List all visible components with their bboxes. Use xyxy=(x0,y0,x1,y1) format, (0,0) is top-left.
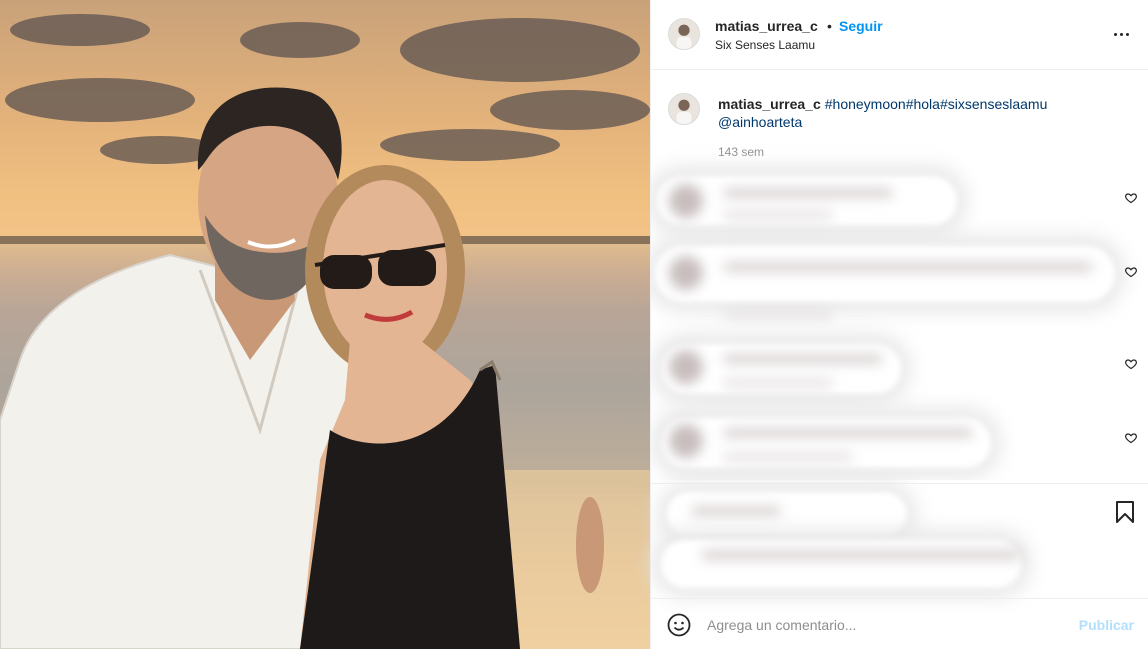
post-actions xyxy=(651,483,1148,598)
blur-overlay xyxy=(661,540,1021,588)
post-timestamp[interactable]: 143 sem xyxy=(718,145,764,159)
blurred-avatar xyxy=(669,256,703,290)
heart-icon[interactable] xyxy=(1125,358,1137,370)
heart-icon[interactable] xyxy=(1125,266,1137,278)
bookmark-icon[interactable] xyxy=(1115,500,1135,524)
blurred-text xyxy=(701,550,1021,560)
blurred-text xyxy=(723,188,893,198)
heart-icon[interactable] xyxy=(1125,432,1137,444)
comments-section[interactable]: matias_urrea_c #honeymoon#hola#sixsensesl… xyxy=(651,70,1148,480)
hashtag-link[interactable]: #sixsenseslaamu xyxy=(940,96,1047,112)
blurred-comment xyxy=(651,240,1148,340)
blurred-comment xyxy=(651,412,1148,472)
follow-button[interactable]: Seguir xyxy=(839,18,883,34)
blurred-comment xyxy=(651,338,1148,398)
blurred-text xyxy=(723,428,973,438)
blurred-text xyxy=(723,354,883,364)
post-photo[interactable] xyxy=(0,0,650,649)
blurred-text xyxy=(691,506,781,516)
caption-avatar[interactable] xyxy=(668,93,700,125)
hashtag-link[interactable]: #hola xyxy=(906,96,940,112)
caption-text: matias_urrea_c #honeymoon#hola#sixsensesl… xyxy=(718,95,1118,131)
post-header: matias_urrea_c • Seguir Six Senses Laamu xyxy=(651,0,1148,70)
blurred-text xyxy=(723,262,1093,272)
comment-composer: Publicar xyxy=(651,598,1148,649)
photo-illustration xyxy=(0,14,650,649)
avatar-image xyxy=(669,19,699,49)
author-avatar[interactable] xyxy=(668,18,700,50)
comment-input[interactable] xyxy=(707,613,1067,637)
blurred-text xyxy=(723,210,833,220)
hashtag-link[interactable]: #honeymoon xyxy=(825,96,906,112)
blurred-text xyxy=(723,310,833,320)
blurred-comment xyxy=(651,170,1148,230)
blur-overlay xyxy=(655,246,1115,302)
separator-dot: • xyxy=(827,18,832,34)
blurred-avatar xyxy=(669,424,703,458)
blurred-avatar xyxy=(669,350,703,384)
emoji-icon[interactable] xyxy=(667,613,691,637)
publish-button[interactable]: Publicar xyxy=(1079,617,1134,633)
caption-username[interactable]: matias_urrea_c xyxy=(718,96,821,112)
blurred-avatar xyxy=(669,184,703,218)
blurred-text xyxy=(723,452,853,462)
avatar-image xyxy=(669,94,699,124)
post-sidebar: matias_urrea_c • Seguir Six Senses Laamu… xyxy=(650,0,1148,649)
location-link[interactable]: Six Senses Laamu xyxy=(715,38,815,52)
heart-icon[interactable] xyxy=(1125,192,1137,204)
more-dot xyxy=(1119,32,1123,36)
more-options-icon[interactable] xyxy=(1109,24,1133,44)
mention-link[interactable]: @ainhoarteta xyxy=(718,114,802,130)
more-dot xyxy=(1125,32,1129,36)
author-username[interactable]: matias_urrea_c xyxy=(715,18,818,34)
blurred-text xyxy=(723,378,833,388)
more-dot xyxy=(1113,32,1117,36)
